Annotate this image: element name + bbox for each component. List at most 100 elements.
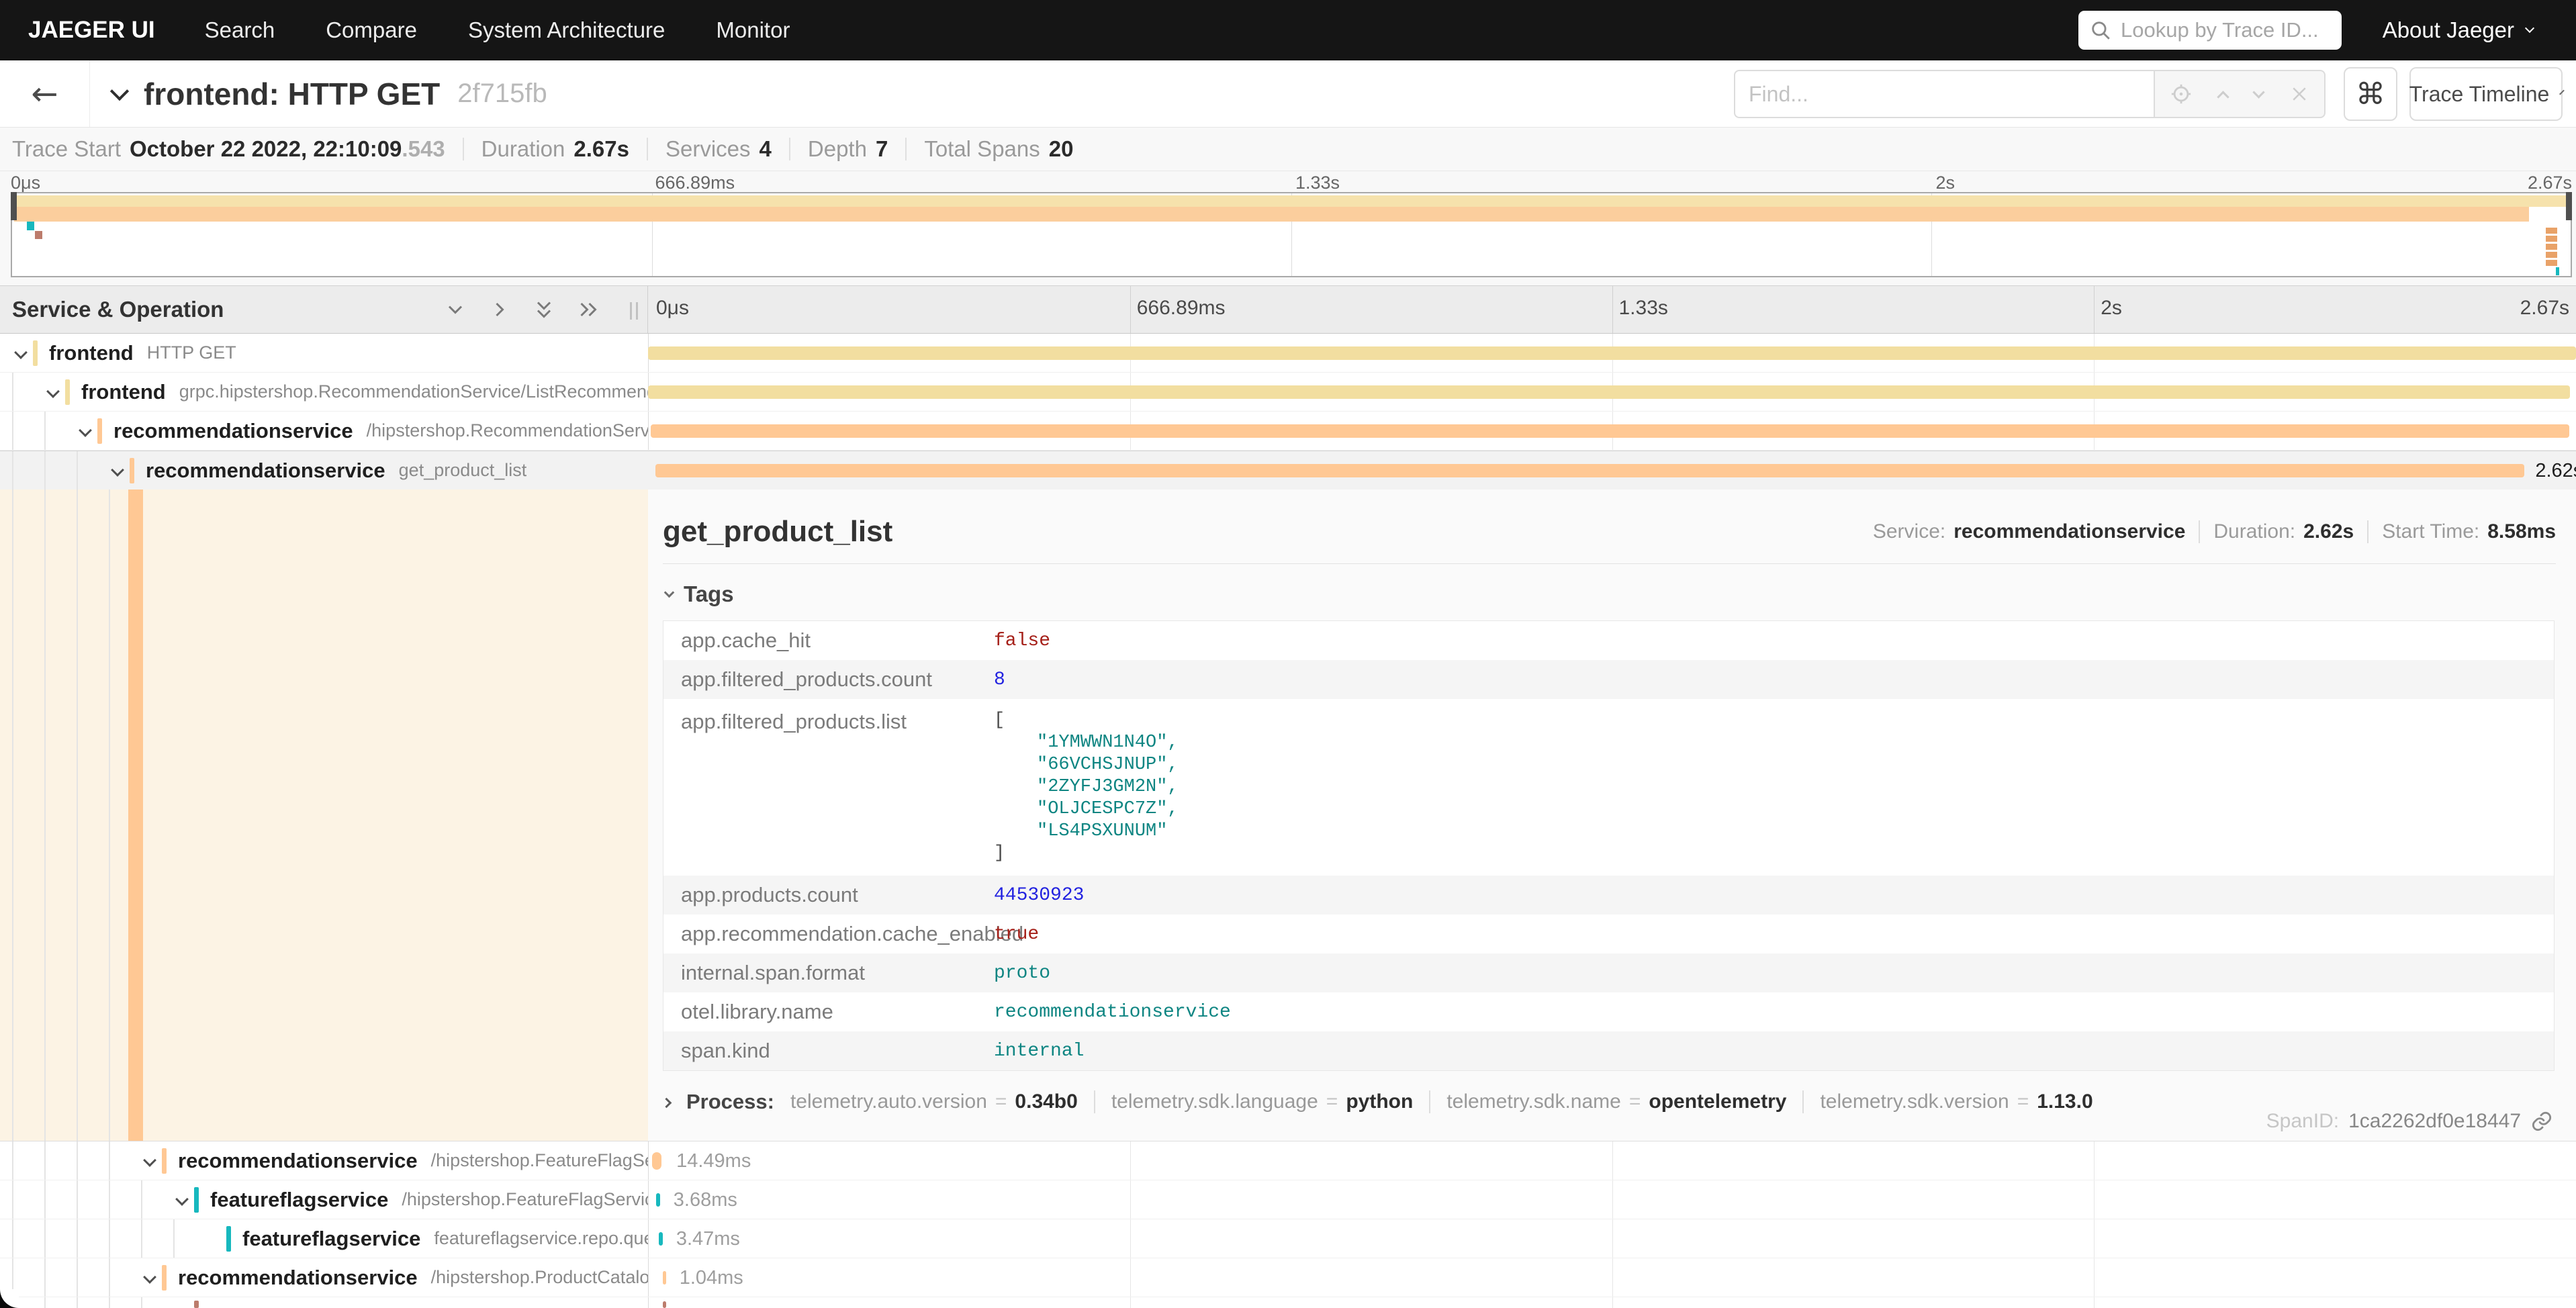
chevron-down-icon[interactable]	[46, 385, 60, 398]
tag-row[interactable]: app.filtered_products.list [ "1YMWWN1N4O…	[663, 699, 2554, 876]
app-logo[interactable]: JAEGER UI	[28, 17, 155, 44]
collapse-trace-icon[interactable]	[110, 81, 129, 100]
service-name: recommendationservice	[178, 1149, 418, 1173]
span-bar[interactable]	[648, 385, 2570, 399]
find-prev-icon[interactable]	[2217, 91, 2229, 103]
trace-view-label: Trace Timeline	[2409, 82, 2550, 107]
chevron-down-icon[interactable]	[175, 1193, 189, 1206]
span-bar[interactable]	[652, 1152, 661, 1170]
find-next-icon[interactable]	[2252, 86, 2264, 98]
service-color-strip	[194, 1301, 199, 1308]
span-bar[interactable]	[648, 346, 2576, 360]
chevron-down-icon[interactable]	[14, 346, 28, 359]
span-bar[interactable]	[663, 1301, 666, 1308]
span-bar[interactable]	[663, 1271, 666, 1284]
deep-link-icon[interactable]	[2530, 1110, 2553, 1133]
service-name: frontend	[81, 380, 166, 404]
expand-all-icon[interactable]	[576, 297, 600, 322]
span-bar[interactable]	[651, 424, 2569, 438]
minimap-left-scrubber[interactable]	[11, 192, 17, 220]
keyboard-shortcuts-button[interactable]: ⌘	[2344, 67, 2397, 121]
divider	[1429, 1090, 1430, 1113]
find-input[interactable]	[1749, 82, 2140, 107]
locate-span-icon[interactable]	[2170, 83, 2193, 105]
service-name: featureflagservice	[242, 1227, 420, 1251]
minimap-right-scrubber[interactable]	[2566, 192, 2572, 220]
span-meta: Service: recommendationservice Duration:…	[1873, 520, 2556, 543]
trace-lookup-input[interactable]	[2121, 18, 2331, 42]
tags-section-toggle[interactable]: Tags	[665, 581, 2556, 607]
tag-row[interactable]: app.products.count 44530923	[663, 876, 2554, 915]
about-jaeger-menu[interactable]: About Jaeger	[2383, 0, 2533, 60]
minimap-ticks: 0μs 666.89ms 1.33s 2s 2.67s	[11, 173, 2572, 191]
span-duration-label: 3.47ms	[676, 1228, 740, 1250]
operation-name: get_product_list	[399, 460, 527, 481]
chevron-down-icon[interactable]	[143, 1154, 156, 1167]
service-color-strip	[33, 340, 38, 366]
span-bar[interactable]	[655, 464, 2524, 477]
span-row-frontend-grpc[interactable]: frontend grpc.hipstershop.Recommendation…	[0, 373, 2576, 412]
about-jaeger-label: About Jaeger	[2383, 17, 2514, 43]
nav-item-compare[interactable]: Compare	[326, 17, 417, 43]
indent-guide	[141, 1219, 142, 1258]
tag-row[interactable]: otel.library.name recommendationservice	[663, 992, 2554, 1031]
indent-guide	[44, 451, 46, 489]
clear-find-icon[interactable]	[2289, 84, 2309, 104]
tree-controls	[443, 297, 600, 322]
column-resizer-handle[interactable]	[630, 302, 638, 320]
tag-value: 44530923	[994, 885, 1084, 906]
service-color-strip	[194, 1187, 199, 1213]
tag-row[interactable]: span.kind internal	[663, 1031, 2554, 1070]
nav-item-search[interactable]: Search	[205, 17, 275, 43]
span-row-featureflag-repo-query[interactable]: featureflagservice featureflagservice.re…	[0, 1219, 2576, 1258]
span-detail-panel: get_product_list Service: recommendation…	[648, 489, 2576, 1141]
nav-item-system-architecture[interactable]: System Architecture	[468, 17, 665, 43]
indent-guide	[77, 451, 78, 489]
span-row-featureflag-parent[interactable]: recommendationservice /hipstershop.Featu…	[0, 1141, 2576, 1180]
span-row-partial[interactable]	[0, 1297, 2576, 1308]
expand-one-icon[interactable]	[488, 297, 512, 322]
indent-guide	[12, 1219, 13, 1258]
service-color-strip	[130, 458, 134, 483]
nav-item-monitor[interactable]: Monitor	[716, 17, 790, 43]
tag-row[interactable]: app.recommendation.cache_enabled true	[663, 915, 2554, 953]
minimap-canvas[interactable]	[11, 192, 2572, 277]
trace-view-selector[interactable]: Trace Timeline	[2409, 67, 2563, 121]
chevron-down-icon[interactable]	[79, 424, 92, 437]
indent-guide	[141, 1297, 142, 1308]
span-row-productcatalog[interactable]: recommendationservice /hipstershop.Produ…	[0, 1258, 2576, 1297]
trace-id: 2f715fb	[457, 79, 547, 109]
tag-row[interactable]: app.filtered_products.count 8	[663, 660, 2554, 699]
span-row-featureflag-getflag[interactable]: featureflagservice /hipstershop.FeatureF…	[0, 1180, 2576, 1219]
indent-guide	[109, 1141, 110, 1180]
span-row-recommendation-list[interactable]: recommendationservice /hipstershop.Recom…	[0, 412, 2576, 451]
span-id-row: SpanID: 1ca2262df0e18447	[2266, 1110, 2553, 1133]
indent-guide	[12, 1141, 13, 1180]
chevron-down-icon	[664, 587, 675, 598]
indent-guide	[173, 1219, 175, 1258]
tag-row[interactable]: app.cache_hit false	[663, 621, 2554, 660]
span-row-frontend-http-get[interactable]: frontend HTTP GET	[0, 334, 2576, 373]
tag-row[interactable]: internal.span.format proto	[663, 953, 2554, 992]
span-bar[interactable]	[656, 1193, 660, 1207]
collapse-one-icon[interactable]	[443, 297, 467, 322]
indent-guide	[44, 1219, 46, 1258]
tag-value: proto	[994, 963, 1050, 984]
indent-guide	[44, 1180, 46, 1219]
trace-lookup-box	[2078, 11, 2342, 50]
service-name: featureflagservice	[210, 1188, 388, 1212]
indent-guide	[12, 412, 13, 450]
service-name: frontend	[49, 341, 134, 365]
collapse-all-icon[interactable]	[532, 297, 556, 322]
service-operation-title: Service & Operation	[12, 297, 224, 322]
span-row-get-product-list-selected[interactable]: recommendationservice get_product_list 2…	[0, 451, 2576, 489]
chevron-down-icon[interactable]	[111, 463, 124, 477]
back-button[interactable]: ←	[0, 60, 90, 127]
service-operation-header: Service & Operation	[0, 286, 648, 333]
divider	[1094, 1090, 1095, 1113]
tick-label: 0μs	[11, 173, 40, 193]
span-bar[interactable]	[659, 1232, 663, 1246]
chevron-down-icon[interactable]	[143, 1270, 156, 1284]
trace-start: Trace Start October 22 2022, 22:10:09 .5…	[12, 136, 463, 162]
service-name: recommendationservice	[178, 1266, 418, 1290]
